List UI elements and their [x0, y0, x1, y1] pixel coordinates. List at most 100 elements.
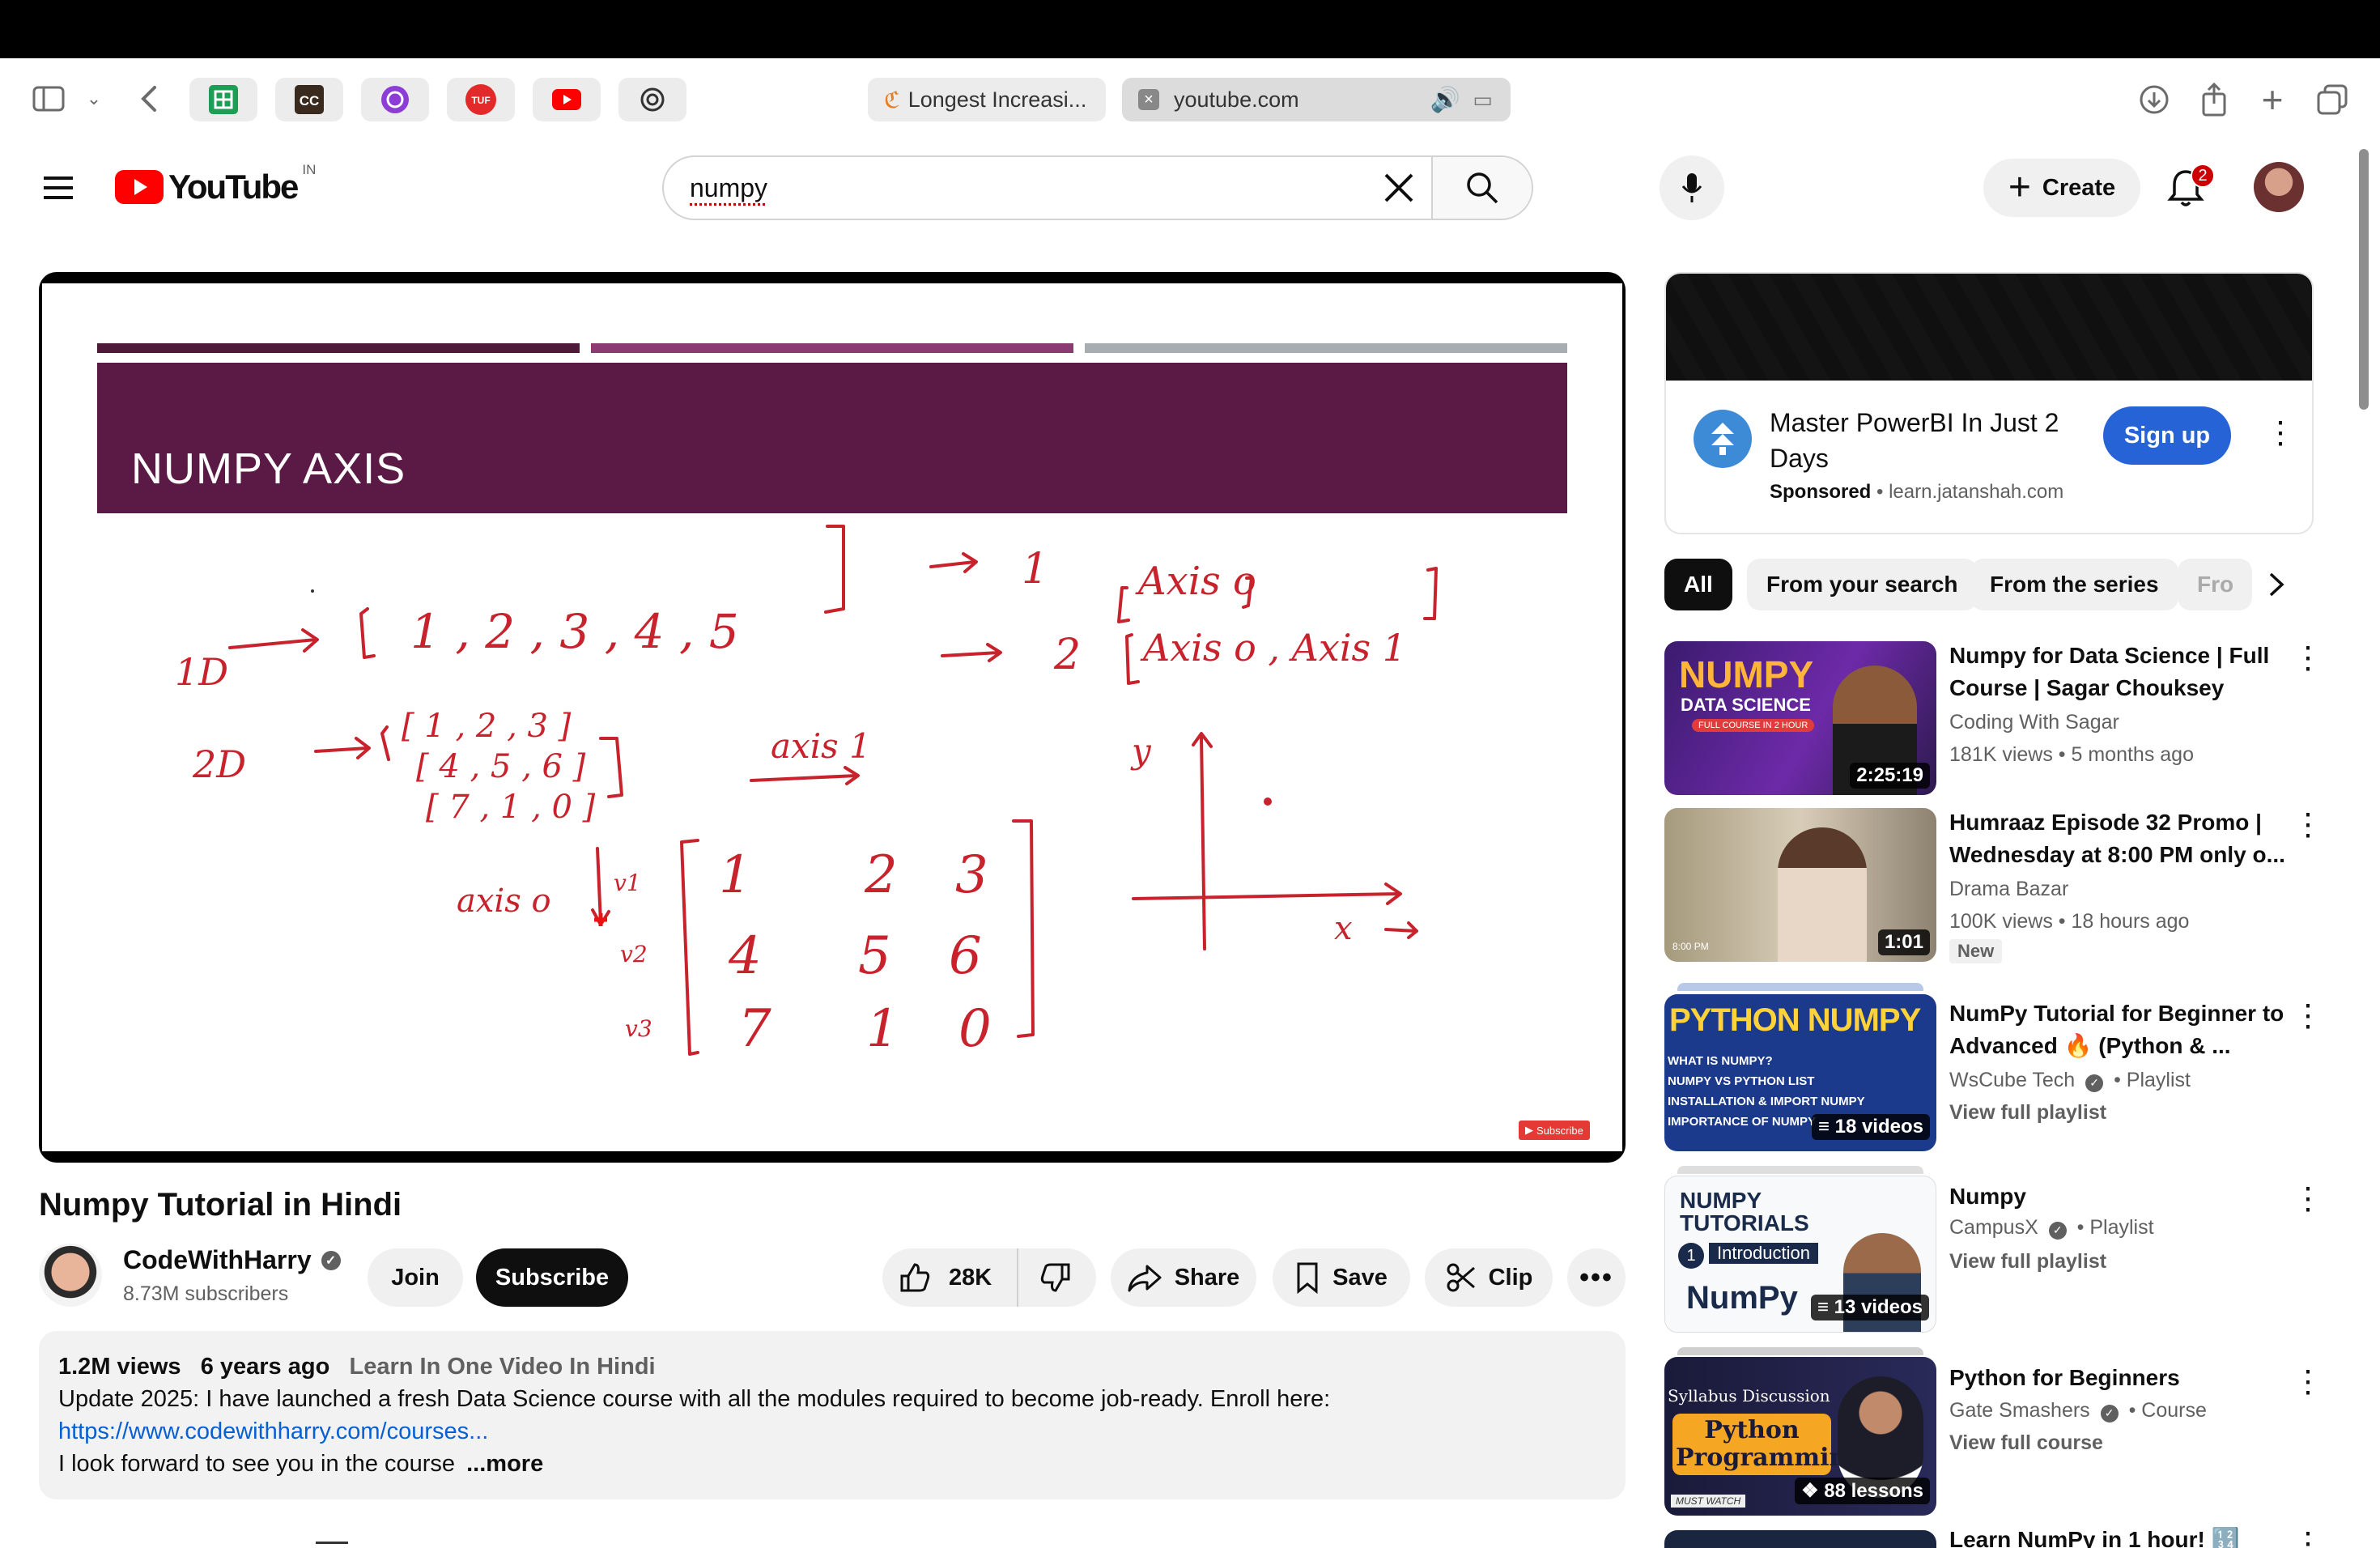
rec-channel-1[interactable]: Coding With Sagar: [1949, 711, 2119, 734]
ad-menu-icon[interactable]: ⋮: [2265, 418, 2296, 449]
rec-view-playlist-3[interactable]: View full playlist: [1949, 1101, 2106, 1125]
subscribe-button[interactable]: Subscribe: [476, 1248, 628, 1307]
rec-channel-3[interactable]: WsCube Tech ✓ • Playlist: [1949, 1069, 2191, 1092]
video-player[interactable]: NUMPY AXIS 1 , 2 , 3 , 4 , 5 1 Axis o 2 …: [39, 272, 1626, 1163]
clip-button[interactable]: Clip: [1425, 1248, 1553, 1307]
rec-title-2[interactable]: Humraaz Episode 32 Promo | Wednesday at …: [1949, 806, 2289, 871]
pinned-tab-tuf[interactable]: TUF: [447, 78, 515, 121]
description-line-1: Update 2025: I have launched a fresh Dat…: [58, 1386, 1331, 1412]
more-horizontal-icon: •••: [1579, 1261, 1613, 1293]
rec-thumbnail-5[interactable]: Syllabus Discussion Python Programming M…: [1664, 1357, 1936, 1516]
sidebar-toggle-icon[interactable]: [29, 79, 68, 118]
rec-view-playlist-4[interactable]: View full playlist: [1949, 1250, 2106, 1274]
youtube-mini-icon: ▶: [1525, 1124, 1533, 1136]
share-icon[interactable]: [2194, 78, 2234, 121]
rec-menu-icon-5[interactable]: ⋮: [2293, 1367, 2323, 1397]
chip-from-the-series[interactable]: From the series: [1970, 559, 2178, 610]
description-stats: 1.2M views 6 years ago Learn In One Vide…: [58, 1354, 656, 1380]
svg-text:0: 0: [958, 999, 992, 1059]
ad-banner-image: [1666, 274, 2312, 381]
rec-channel-2[interactable]: Drama Bazar: [1949, 878, 2068, 901]
pinned-tab-chatgpt[interactable]: [618, 78, 686, 121]
rec-thumbnail-1[interactable]: NUMPY DATA SCIENCE FULL COURSE IN 2 HOUR…: [1664, 641, 1936, 795]
rec-channel-5[interactable]: Gate Smashers ✓ • Course: [1949, 1399, 2207, 1423]
channel-avatar[interactable]: [39, 1244, 102, 1307]
ad-signup-button[interactable]: Sign up: [2103, 406, 2231, 465]
downloads-icon[interactable]: [2134, 79, 2174, 120]
chevron-down-icon[interactable]: ⌄: [81, 83, 107, 115]
tab-overview-icon[interactable]: [2312, 79, 2352, 120]
description-box[interactable]: 1.2M views 6 years ago Learn In One Vide…: [39, 1331, 1626, 1499]
search-button[interactable]: [1431, 157, 1532, 219]
rec-title-5[interactable]: Python for Beginners: [1949, 1362, 2289, 1394]
chip-all[interactable]: All: [1664, 559, 1732, 610]
rec-menu-icon-4[interactable]: ⋮: [2293, 1184, 2323, 1214]
save-button[interactable]: Save: [1273, 1248, 1410, 1307]
svg-text:1: 1: [866, 999, 899, 1059]
svg-text:[ 4 , 5 , 6 ]: [ 4 , 5 , 6 ]: [416, 748, 586, 785]
svg-text:1: 1: [1022, 545, 1048, 593]
description-link[interactable]: https://www.codewithharry.com/courses...: [58, 1415, 1606, 1448]
ad-title[interactable]: Master PowerBI In Just 2 Days: [1770, 405, 2077, 476]
chips-next-icon[interactable]: [2252, 559, 2301, 610]
notifications-button[interactable]: 2: [2166, 164, 2215, 212]
search-icon: [1467, 172, 1498, 204]
avatar[interactable]: [2254, 162, 2304, 212]
rec-menu-icon-1[interactable]: ⋮: [2293, 643, 2323, 674]
tab-youtube-active[interactable]: × youtube.com 🔊 ▭: [1122, 78, 1511, 121]
verified-icon: ✓: [2100, 1404, 2119, 1423]
rec-meta-1: 181K views • 5 months ago: [1949, 743, 2194, 766]
join-button[interactable]: Join: [368, 1248, 463, 1307]
pinned-tab-purple[interactable]: [361, 78, 429, 121]
pinned-tab-youtube[interactable]: [533, 78, 601, 121]
tab-close-icon[interactable]: ×: [1138, 89, 1159, 110]
dislike-button[interactable]: [1018, 1248, 1093, 1307]
more-actions-button[interactable]: •••: [1567, 1248, 1626, 1307]
share-button[interactable]: Share: [1111, 1248, 1256, 1307]
youtube-logo[interactable]: YouTube IN: [115, 162, 316, 207]
rec-title-3[interactable]: NumPy Tutorial for Beginner to Advanced …: [1949, 997, 2289, 1062]
chip-from-your-search[interactable]: From your search: [1747, 559, 1978, 610]
rec-title-4[interactable]: Numpy: [1949, 1180, 2289, 1213]
svg-text:axis o: axis o: [457, 882, 551, 920]
tab-longest-increasing[interactable]: ℭ Longest Increasi...: [868, 78, 1106, 121]
rec-menu-icon-6[interactable]: ⋮: [2293, 1529, 2323, 1548]
subscribe-watermark[interactable]: ▶ Subscribe: [1519, 1121, 1590, 1140]
clear-search-icon[interactable]: [1379, 168, 1418, 207]
channel-name[interactable]: CodeWithHarry ✓: [123, 1245, 341, 1275]
ad-meta: Sponsored • learn.jatanshah.com: [1770, 481, 2064, 503]
rec-title-6[interactable]: Learn NumPy in 1 hour! 🔢: [1949, 1524, 2289, 1548]
pinned-tab-cc[interactable]: CC: [275, 78, 343, 121]
cc-icon: CC: [295, 85, 324, 114]
speaker-icon[interactable]: 🔊: [1430, 86, 1460, 114]
picture-in-picture-icon[interactable]: ▭: [1473, 87, 1493, 113]
video-title: Numpy Tutorial in Hindi: [39, 1187, 402, 1223]
search-input[interactable]: numpy: [690, 173, 767, 203]
pinned-tab-sheets[interactable]: [189, 78, 257, 121]
new-tab-icon[interactable]: +: [2252, 79, 2293, 121]
rec-thumbnail-4[interactable]: NUMPY TUTORIALS 1 Introduction NumPy ≡ 1…: [1664, 1176, 1936, 1333]
show-more-link[interactable]: ...more: [466, 1451, 543, 1477]
svg-text:v3: v3: [625, 1015, 652, 1042]
voice-search-button[interactable]: [1660, 155, 1724, 220]
arrow-stack-icon: [1711, 423, 1734, 455]
rec-menu-icon-2[interactable]: ⋮: [2293, 810, 2323, 840]
like-dislike-group: 28K: [882, 1248, 1096, 1307]
rec-thumbnail-3[interactable]: PYTHON NUMPY WHAT IS NUMPY? NUMPY VS PYT…: [1664, 994, 1936, 1151]
ad-card[interactable]: Master PowerBI In Just 2 Days Sponsored …: [1664, 272, 2314, 534]
page-scrollbar[interactable]: [2359, 149, 2369, 410]
create-button[interactable]: + Create: [1983, 159, 2140, 217]
guide-menu-icon[interactable]: [40, 170, 76, 206]
like-button[interactable]: 28K: [882, 1248, 1018, 1307]
rec-channel-4[interactable]: CampusX ✓ • Playlist: [1949, 1216, 2154, 1240]
youtube-logo-icon: [115, 170, 164, 204]
rec-thumbnail-2[interactable]: 8:00 PM 1:01: [1664, 808, 1936, 962]
rec-menu-icon-3[interactable]: ⋮: [2293, 1001, 2323, 1031]
tab-favicon-icon: ℭ: [884, 87, 900, 113]
chip-partial[interactable]: Fro: [2178, 559, 2252, 610]
rec-view-course-5[interactable]: View full course: [1949, 1431, 2103, 1455]
rec-title-1[interactable]: Numpy for Data Science | Full Course | S…: [1949, 640, 2289, 704]
back-icon[interactable]: [130, 78, 168, 120]
search-box[interactable]: numpy: [662, 155, 1533, 220]
rec-thumbnail-6[interactable]: [1664, 1530, 1936, 1548]
